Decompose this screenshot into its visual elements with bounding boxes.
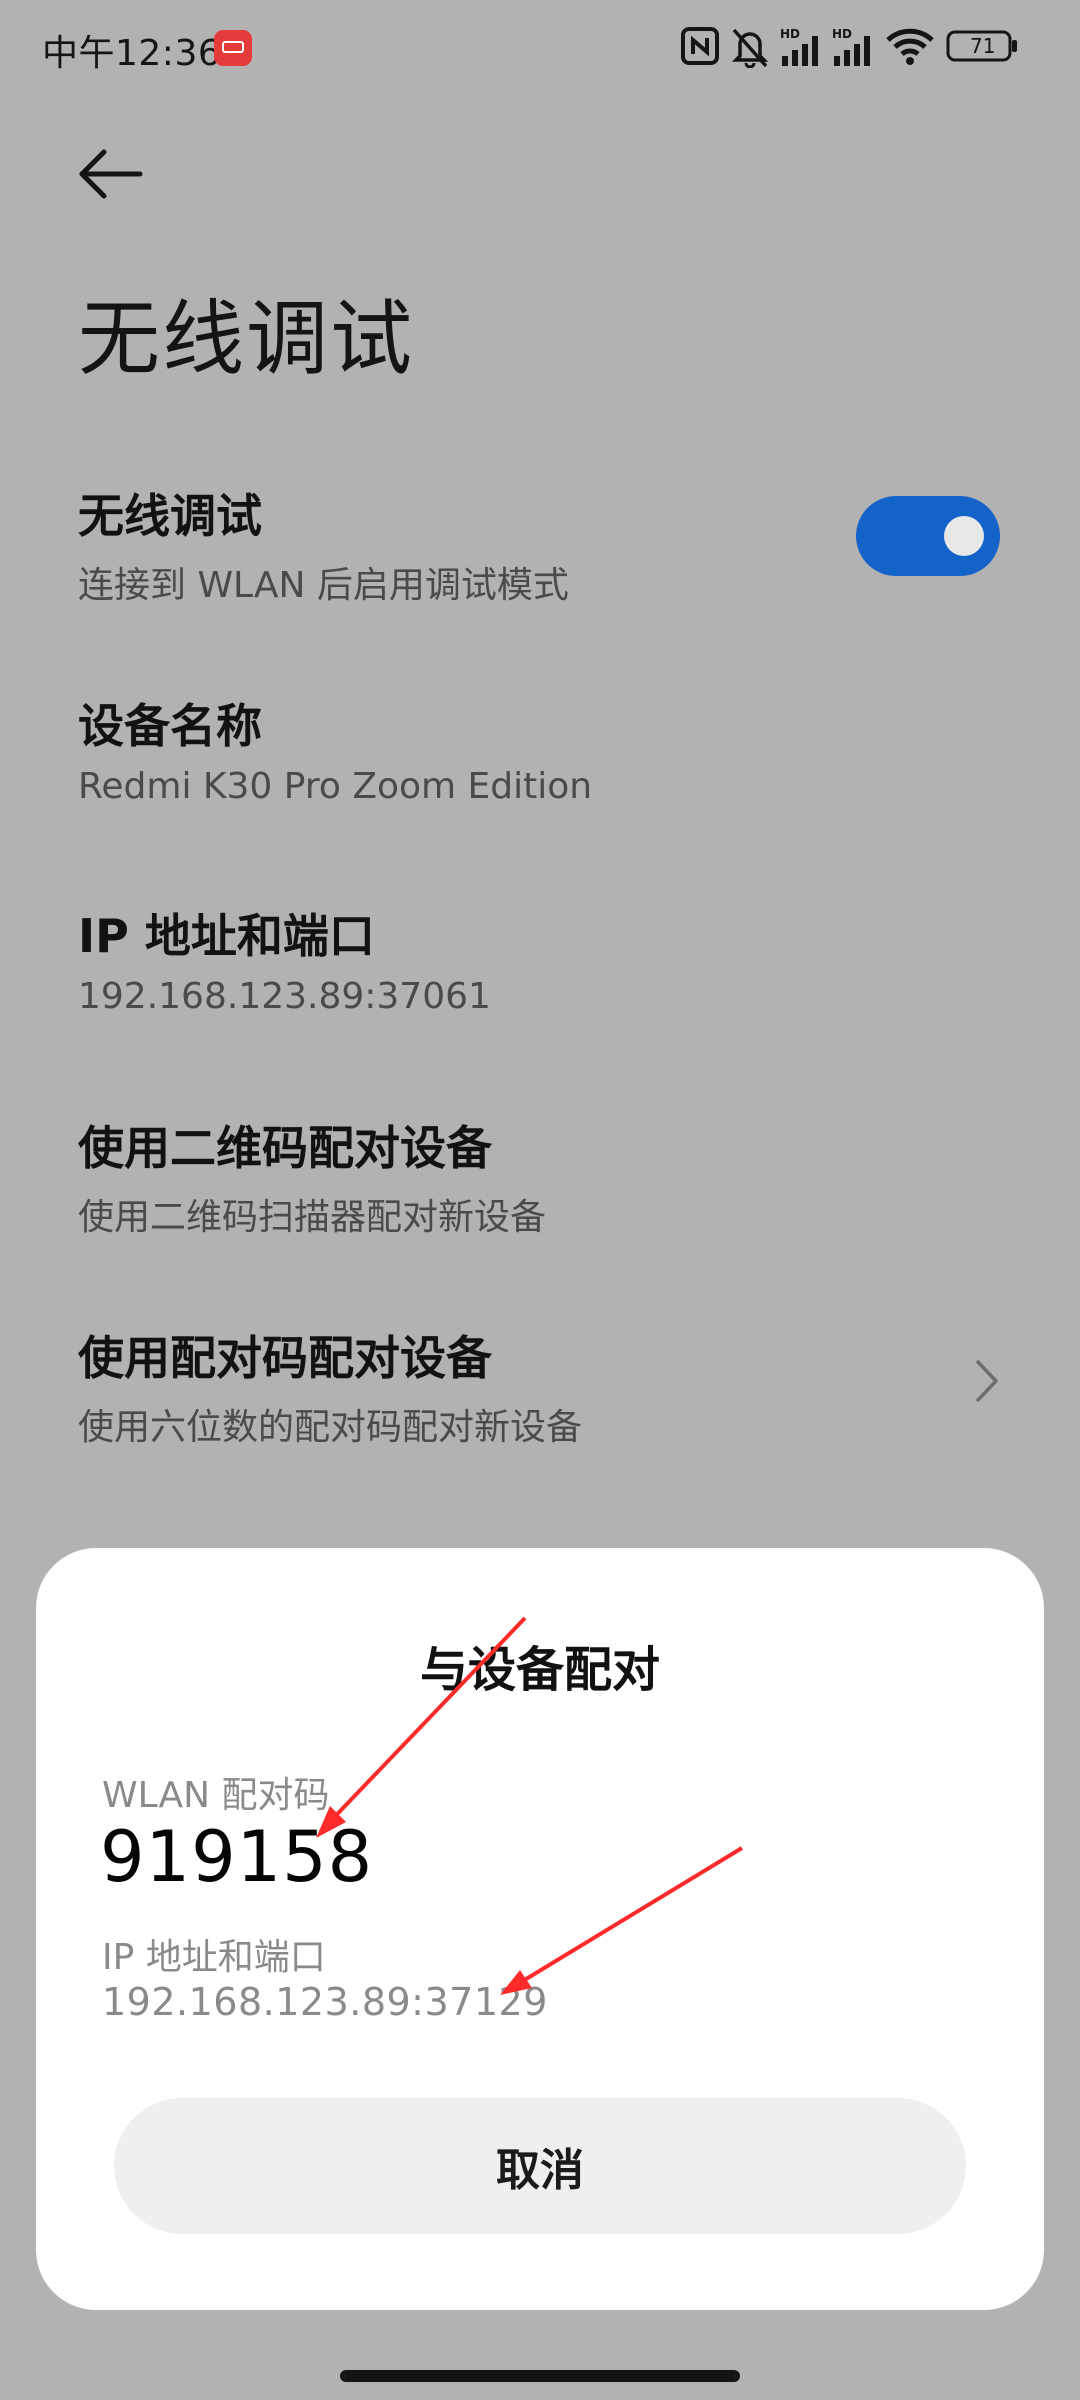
setting-title: 设备名称 <box>78 699 262 753</box>
nfc-icon <box>681 27 719 65</box>
setting-subtitle: 192.168.123.89:37061 <box>78 976 491 1017</box>
cancel-button[interactable]: 取消 <box>114 2098 966 2234</box>
setting-subtitle: Redmi K30 Pro Zoom Edition <box>78 766 593 807</box>
wlan-pairing-code: 919158 <box>100 1816 374 1898</box>
app-notification-icon <box>214 30 252 66</box>
setting-subtitle: 使用六位数的配对码配对新设备 <box>78 1407 583 1448</box>
home-indicator[interactable] <box>340 2370 740 2382</box>
battery-level: 71 <box>970 34 996 58</box>
svg-text:HD: HD <box>780 27 800 41</box>
setting-title: 使用配对码配对设备 <box>78 1331 492 1385</box>
hd-signal-icon: HD <box>832 27 870 66</box>
setting-title: IP 地址和端口 <box>78 909 375 963</box>
ip-port-label: IP 地址和端口 <box>102 1937 326 1978</box>
status-icons: HD HD 71 <box>680 26 1040 70</box>
ip-port-value: 192.168.123.89:37129 <box>102 1980 548 2024</box>
pair-device-dialog: 与设备配对 WLAN 配对码 919158 IP 地址和端口 192.168.1… <box>36 1548 1044 2310</box>
mute-icon <box>731 28 769 68</box>
setting-subtitle: 连接到 WLAN 后启用调试模式 <box>78 565 569 606</box>
wireless-debugging-toggle[interactable] <box>856 496 1000 576</box>
setting-pair-code[interactable]: 使用配对码配对设备 使用六位数的配对码配对新设备 <box>78 1322 998 1450</box>
setting-subtitle: 使用二维码扫描器配对新设备 <box>78 1197 547 1238</box>
page-title: 无线调试 <box>78 292 415 387</box>
setting-ip-port[interactable]: IP 地址和端口 192.168.123.89:37061 <box>78 900 998 1017</box>
chevron-right-icon <box>976 1360 998 1402</box>
setting-pair-qr[interactable]: 使用二维码配对设备 使用二维码扫描器配对新设备 <box>78 1112 998 1240</box>
dialog-title: 与设备配对 <box>419 1642 660 1698</box>
status-bar: 中午12:36 HD HD 71 <box>0 0 1080 96</box>
svg-text:HD: HD <box>832 27 852 41</box>
setting-title: 使用二维码配对设备 <box>78 1121 492 1175</box>
status-time: 中午12:36 <box>42 33 222 74</box>
hd-signal-icon: HD <box>780 27 818 66</box>
wlan-pairing-code-label: WLAN 配对码 <box>102 1775 330 1816</box>
setting-device-name[interactable]: 设备名称 Redmi K30 Pro Zoom Edition <box>78 690 998 807</box>
toggle-knob <box>944 516 984 556</box>
back-arrow-icon[interactable] <box>76 146 146 202</box>
wifi-icon <box>886 28 934 65</box>
